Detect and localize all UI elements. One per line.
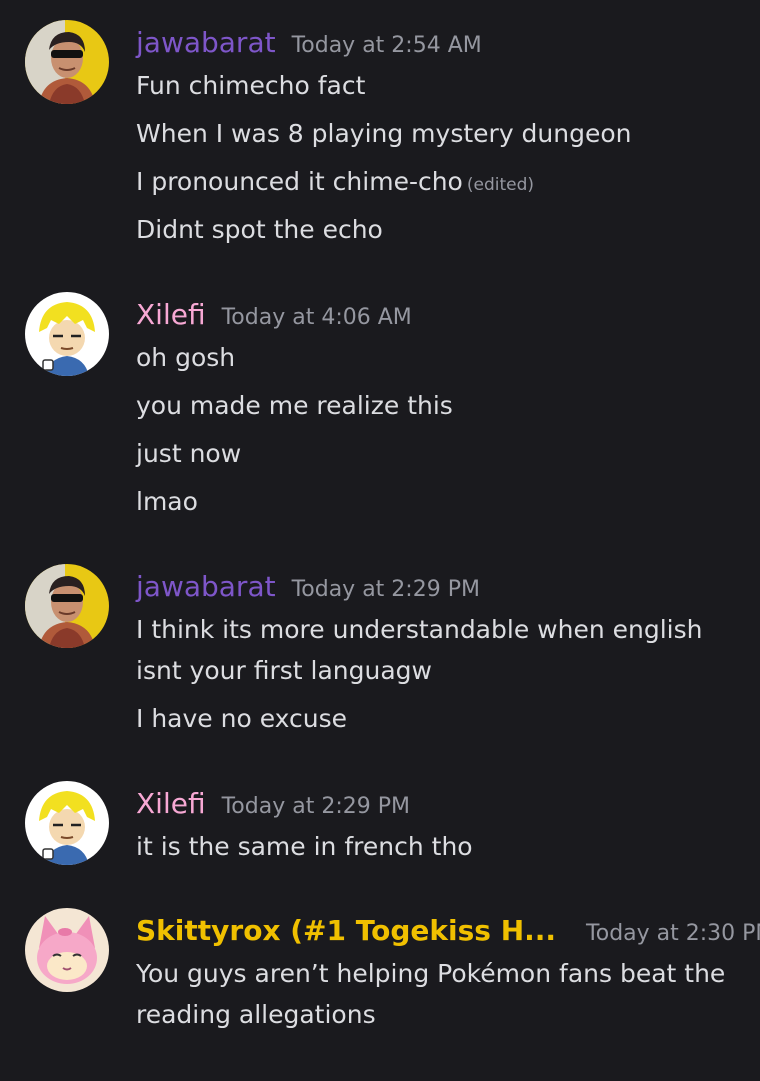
timestamp[interactable]: Today at 2:29 PM [222,794,410,819]
masked-man-avatar-icon[interactable] [25,564,109,648]
message-line: lmao [136,487,198,516]
masked-man-avatar-icon[interactable] [25,20,109,104]
pink-cat-pokemon-avatar-icon[interactable] [25,908,109,992]
message-line: I pronounced it chime-cho (edited) [136,161,736,206]
message-line: oh gosh [136,343,236,372]
message-line: Fun chimecho fact [136,71,366,100]
timestamp[interactable]: Today at 2:54 AM [292,33,482,58]
message-line: You guys aren’t helping Pokémon fans bea… [136,959,726,1029]
message-line: I have no excuse [136,704,347,733]
username[interactable]: Xilefi [136,298,206,331]
cartoon-blonde-kid-avatar-icon[interactable] [25,781,109,865]
cartoon-blonde-kid-avatar-icon[interactable] [25,292,109,376]
timestamp[interactable]: Today at 4:06 AM [222,305,412,330]
timestamp[interactable]: Today at 2:29 PM [292,577,480,602]
message-header: Skittyrox (#1 Togekiss H... Today at 2:30… [136,914,760,954]
message-line: Didnt spot the echo [136,215,383,244]
message-header: jawabarat Today at 2:54 AM [136,26,482,66]
message-header: Xilefi Today at 2:29 PM [136,787,410,827]
message-line: I think its more understandable when eng… [136,615,703,685]
username[interactable]: Skittyrox (#1 Togekiss H... [136,914,556,947]
message-text: I pronounced it chime-cho [136,167,463,196]
edited-label: (edited) [466,175,535,195]
message-line: you made me realize this [136,391,453,420]
timestamp[interactable]: Today at 2:30 PM [586,921,760,946]
message-header: Xilefi Today at 4:06 AM [136,298,412,338]
message-line: it is the same in french tho [136,832,473,861]
message-header: jawabarat Today at 2:29 PM [136,570,480,610]
message-line: When I was 8 playing mystery dungeon [136,119,632,148]
username[interactable]: Xilefi [136,787,206,820]
username[interactable]: jawabarat [136,570,276,603]
message-line: just now [136,439,242,468]
username[interactable]: jawabarat [136,26,276,59]
